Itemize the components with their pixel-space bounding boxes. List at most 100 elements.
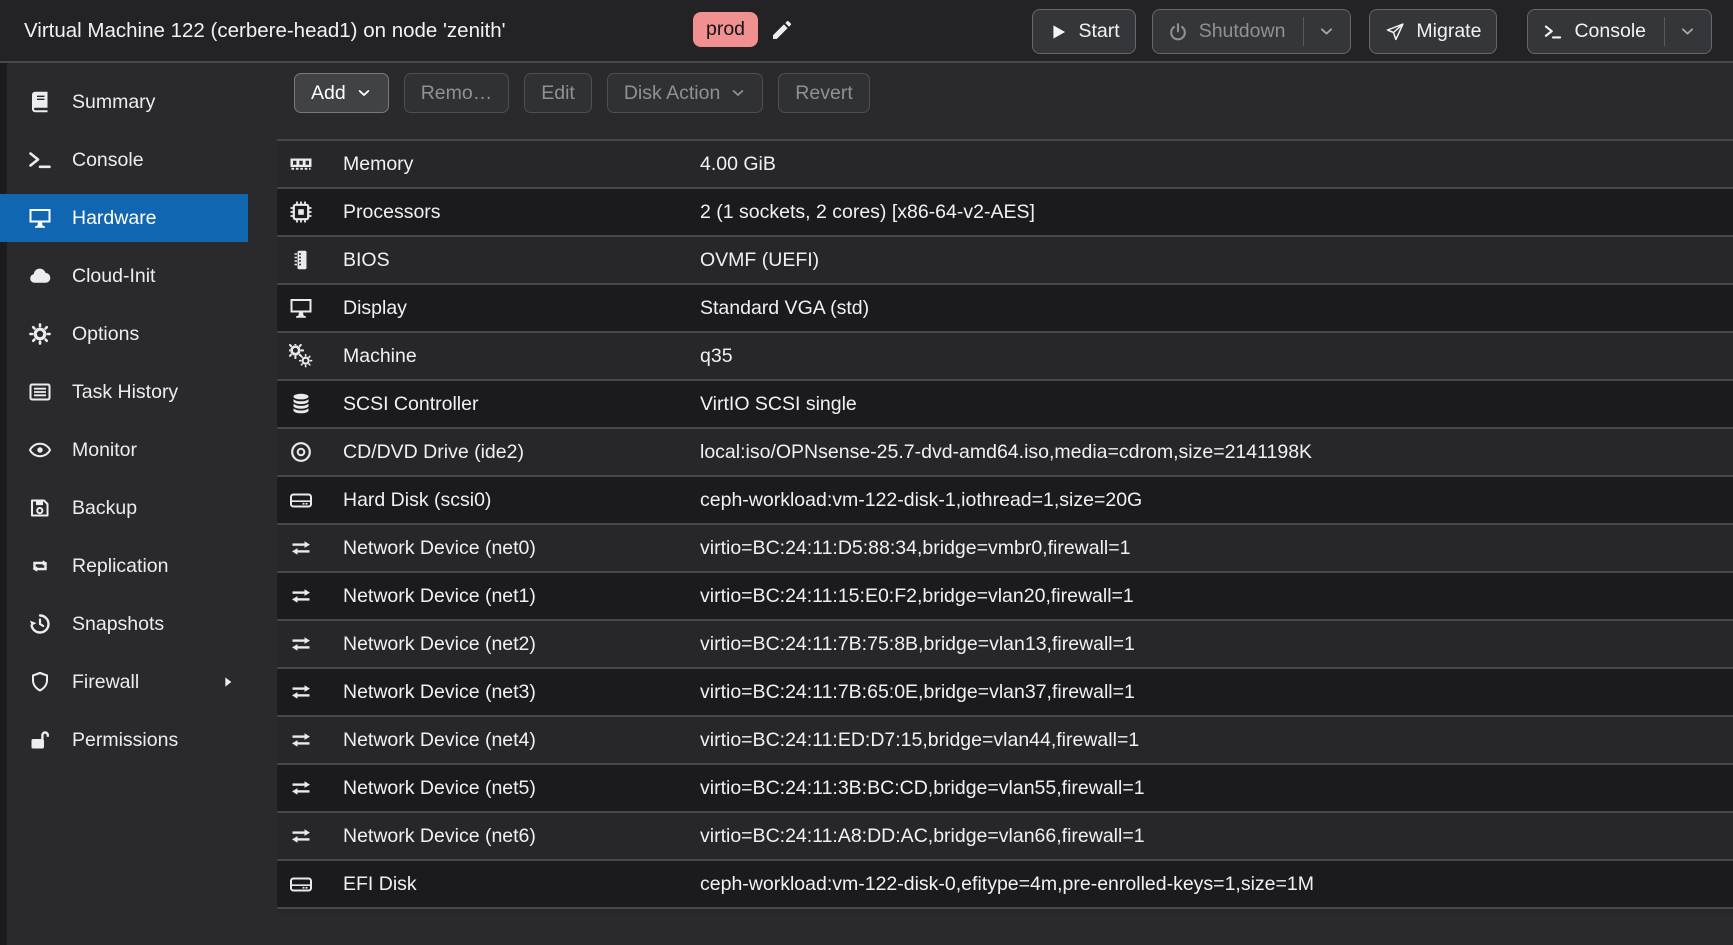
retweet-icon <box>28 555 52 577</box>
book-icon <box>28 91 52 113</box>
unlock-icon <box>28 729 52 751</box>
sidebar-item-label: Console <box>72 149 144 172</box>
row-label: EFI Disk <box>343 873 417 896</box>
proxmox-vm-hardware-page: Virtual Machine 122 (cerbere-head1) on n… <box>0 0 1733 945</box>
row-value: VirtIO SCSI single <box>700 393 857 416</box>
row-label: CD/DVD Drive (ide2) <box>343 441 524 464</box>
send-icon <box>1385 22 1405 42</box>
sidebar-item-hardware[interactable]: Hardware <box>0 194 248 242</box>
network-icon <box>288 824 314 848</box>
row-label: Network Device (net4) <box>343 729 536 752</box>
hardware-row-hard-disk[interactable]: Hard Disk (scsi0) ceph-workload:vm-122-d… <box>277 477 1733 525</box>
row-value: ceph-workload:vm-122-disk-1,iothread=1,s… <box>700 489 1142 512</box>
sidebar-nav: Summary Console Hardware Cloud-Init <box>0 78 248 774</box>
caret-right-icon <box>220 674 236 690</box>
sidebar-item-options[interactable]: Options <box>0 310 248 358</box>
chevron-down-icon <box>356 85 372 101</box>
sidebar-item-snapshots[interactable]: Snapshots <box>0 600 248 648</box>
row-value: ceph-workload:vm-122-disk-0,efitype=4m,p… <box>700 873 1314 896</box>
list-icon <box>28 381 52 403</box>
hard-disk-icon <box>288 488 314 512</box>
hardware-row-net3[interactable]: Network Device (net3) virtio=BC:24:11:7B… <box>277 669 1733 717</box>
chevron-down-icon[interactable] <box>1679 23 1696 40</box>
row-value: virtio=BC:24:11:3B:BC:CD,bridge=vlan55,f… <box>700 777 1145 800</box>
history-icon <box>28 613 52 635</box>
hardware-row-bios[interactable]: BIOS OVMF (UEFI) <box>277 237 1733 285</box>
sidebar-item-permissions[interactable]: Permissions <box>0 716 248 764</box>
row-label: Network Device (net3) <box>343 681 536 704</box>
hardware-row-machine[interactable]: Machine q35 <box>277 333 1733 381</box>
edit-button[interactable]: Edit <box>524 73 592 113</box>
hardware-grid: Memory 4.00 GiB Processors 2 (1 sockets,… <box>277 139 1733 913</box>
disk-action-button[interactable]: Disk Action <box>607 73 763 113</box>
hardware-row-net0[interactable]: Network Device (net0) virtio=BC:24:11:D5… <box>277 525 1733 573</box>
hardware-row-scsi-controller[interactable]: SCSI Controller VirtIO SCSI single <box>277 381 1733 429</box>
migrate-button[interactable]: Migrate <box>1369 9 1497 54</box>
vm-tag-prod[interactable]: prod <box>693 12 758 47</box>
row-label: Memory <box>343 153 413 176</box>
start-button[interactable]: Start <box>1032 9 1136 54</box>
network-icon <box>288 632 314 656</box>
sidebar-item-monitor[interactable]: Monitor <box>0 426 248 474</box>
hardware-panel: Add Remo… Edit Disk Action Revert <box>277 63 1733 945</box>
row-value: Standard VGA (std) <box>700 297 869 320</box>
row-label: Display <box>343 297 407 320</box>
revert-button[interactable]: Revert <box>778 73 869 113</box>
hardware-row-efi-disk[interactable]: EFI Disk ceph-workload:vm-122-disk-0,efi… <box>277 861 1733 909</box>
hardware-row-net4[interactable]: Network Device (net4) virtio=BC:24:11:ED… <box>277 717 1733 765</box>
shutdown-button[interactable]: Shutdown <box>1152 9 1352 54</box>
sidebar-item-label: Backup <box>72 497 137 520</box>
row-label: Processors <box>343 201 441 224</box>
edit-tags-pencil-icon[interactable] <box>770 18 794 42</box>
network-icon <box>288 776 314 800</box>
row-label: Hard Disk (scsi0) <box>343 489 491 512</box>
sidebar-item-label: Monitor <box>72 439 137 462</box>
sidebar-item-replication[interactable]: Replication <box>0 542 248 590</box>
hardware-row-display[interactable]: Display Standard VGA (std) <box>277 285 1733 333</box>
sidebar-item-cloud-init[interactable]: Cloud-Init <box>0 252 248 300</box>
hardware-row-processors[interactable]: Processors 2 (1 sockets, 2 cores) [x86-6… <box>277 189 1733 237</box>
hardware-row-memory[interactable]: Memory 4.00 GiB <box>277 141 1733 189</box>
sidebar-item-label: Summary <box>72 91 155 114</box>
sidebar-item-console[interactable]: Console <box>0 136 248 184</box>
sidebar-item-label: Hardware <box>72 207 157 230</box>
sidebar-item-label: Permissions <box>72 729 178 752</box>
hardware-row-cddvd[interactable]: CD/DVD Drive (ide2) local:iso/OPNsense-2… <box>277 429 1733 477</box>
console-button[interactable]: Console <box>1527 9 1712 54</box>
row-value: q35 <box>700 345 733 368</box>
add-button[interactable]: Add <box>294 73 389 113</box>
hardware-toolbar: Add Remo… Edit Disk Action Revert <box>277 63 1733 139</box>
hard-disk-icon <box>288 872 314 896</box>
sidebar-item-summary[interactable]: Summary <box>0 78 248 126</box>
sidebar-item-backup[interactable]: Backup <box>0 484 248 532</box>
chevron-down-icon <box>730 85 746 101</box>
terminal-icon <box>28 149 52 171</box>
row-label: Network Device (net6) <box>343 825 536 848</box>
bios-icon <box>288 248 314 272</box>
row-value: local:iso/OPNsense-25.7-dvd-amd64.iso,me… <box>700 441 1312 464</box>
hardware-row-net2[interactable]: Network Device (net2) virtio=BC:24:11:7B… <box>277 621 1733 669</box>
hardware-row-net1[interactable]: Network Device (net1) virtio=BC:24:11:15… <box>277 573 1733 621</box>
terminal-icon <box>1543 22 1563 42</box>
row-value: virtio=BC:24:11:D5:88:34,bridge=vmbr0,fi… <box>700 537 1131 560</box>
vm-nav-sidebar: Summary Console Hardware Cloud-Init <box>0 63 277 945</box>
chevron-down-icon[interactable] <box>1318 23 1335 40</box>
row-label: SCSI Controller <box>343 393 478 416</box>
desktop-icon <box>28 207 52 229</box>
database-icon <box>288 392 314 416</box>
sidebar-item-label: Replication <box>72 555 168 578</box>
remove-button[interactable]: Remo… <box>404 73 510 113</box>
sidebar-item-task-history[interactable]: Task History <box>0 368 248 416</box>
shield-icon <box>28 671 52 693</box>
hardware-row-net6[interactable]: Network Device (net6) virtio=BC:24:11:A8… <box>277 813 1733 861</box>
sidebar-item-label: Firewall <box>72 671 139 694</box>
header-bar: Virtual Machine 122 (cerbere-head1) on n… <box>0 0 1733 63</box>
network-icon <box>288 584 314 608</box>
row-label: Network Device (net5) <box>343 777 536 800</box>
power-icon <box>1168 22 1188 42</box>
sidebar-item-label: Snapshots <box>72 613 164 636</box>
sidebar-item-firewall[interactable]: Firewall <box>0 658 248 706</box>
hardware-row-net5[interactable]: Network Device (net5) virtio=BC:24:11:3B… <box>277 765 1733 813</box>
floppy-icon <box>28 497 52 519</box>
row-label: BIOS <box>343 249 390 272</box>
